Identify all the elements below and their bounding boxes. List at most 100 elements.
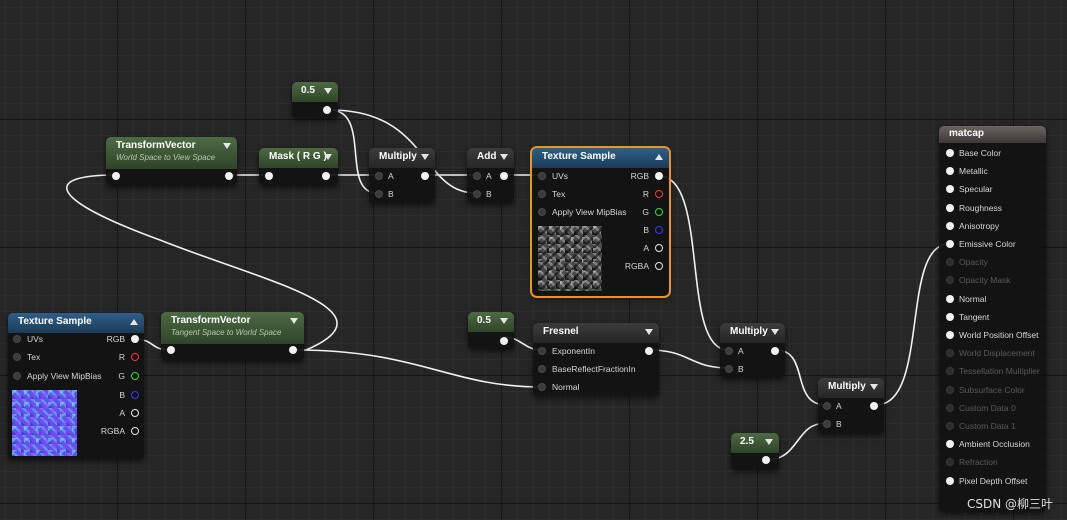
input-pin-uvs[interactable] (13, 335, 21, 343)
input-pin-uvs[interactable] (538, 172, 546, 180)
output-pin-a[interactable] (655, 244, 663, 252)
output-pin[interactable] (323, 106, 331, 114)
collapse-arrow-icon[interactable] (130, 319, 138, 325)
collapse-arrow-icon[interactable] (500, 318, 508, 324)
multiply-node-2[interactable]: Multiply A B (720, 323, 785, 378)
output-pin-a[interactable] (131, 409, 139, 417)
material-input-pin[interactable] (946, 403, 954, 412)
material-input-pin[interactable] (946, 203, 954, 212)
output-pin-r[interactable] (655, 190, 663, 198)
input-pin[interactable] (112, 172, 120, 180)
output-label: RGBA (100, 426, 125, 436)
transform-vector-node-world[interactable]: TransformVector World Space to View Spac… (106, 137, 237, 186)
input-pin-b[interactable] (823, 420, 831, 428)
input-pin[interactable] (265, 172, 273, 180)
input-pin-a[interactable] (823, 402, 831, 410)
constant-node-2-5[interactable]: 2.5 (731, 433, 779, 470)
output-pin[interactable] (500, 172, 508, 180)
collapse-arrow-icon[interactable] (655, 154, 663, 160)
input-pin-a[interactable] (375, 172, 383, 180)
output-pin[interactable] (870, 402, 878, 410)
collapse-arrow-icon[interactable] (771, 329, 779, 335)
collapse-arrow-icon[interactable] (223, 143, 231, 149)
material-input-pin[interactable] (946, 312, 954, 321)
material-result-node[interactable]: matcap Base Color Metallic Specular Roughne… (939, 126, 1046, 512)
collapse-arrow-icon[interactable] (645, 329, 653, 335)
input-pin-tex[interactable] (538, 190, 546, 198)
output-pin-b[interactable] (131, 391, 139, 399)
input-pin-normal[interactable] (538, 383, 546, 391)
material-input-pin[interactable] (946, 458, 954, 467)
output-pin-rgb[interactable] (131, 335, 139, 343)
material-input-pin[interactable] (946, 422, 954, 430)
output-pin-rgba[interactable] (131, 427, 139, 435)
input-label-b: B (486, 189, 492, 199)
material-input-pin[interactable] (946, 185, 954, 194)
collapse-arrow-icon[interactable] (765, 439, 773, 445)
collapse-arrow-icon[interactable] (870, 384, 878, 390)
input-pin-b[interactable] (473, 190, 481, 198)
output-pin[interactable] (421, 172, 429, 180)
add-node[interactable]: Add A B (467, 148, 514, 203)
output-label: G (642, 207, 649, 217)
material-input-label: Opacity (959, 257, 988, 268)
fresnel-node[interactable]: Fresnel ExponentIn BaseReflectFractionIn… (533, 323, 659, 396)
output-pin[interactable] (289, 346, 297, 354)
output-pin-rgba[interactable] (655, 262, 663, 270)
texture-sample-node-left[interactable]: Texture Sample UVs Tex Apply View MipBia… (8, 313, 144, 459)
input-pin-b[interactable] (375, 190, 383, 198)
output-pin[interactable] (322, 172, 330, 180)
material-input-pin[interactable] (946, 149, 954, 157)
constant-node-top[interactable]: 0.5 (292, 82, 338, 118)
output-pin[interactable] (225, 172, 233, 180)
material-input-pin[interactable] (946, 167, 954, 176)
output-label: B (119, 390, 125, 400)
material-input-pin[interactable] (946, 476, 954, 485)
output-pin[interactable] (771, 347, 779, 355)
input-pin[interactable] (167, 346, 175, 354)
material-input-pin[interactable] (946, 331, 954, 339)
collapse-arrow-icon[interactable] (324, 88, 332, 94)
multiply-node-3[interactable]: Multiply A B (818, 378, 884, 434)
material-input-pin[interactable] (946, 367, 954, 376)
collapse-arrow-icon[interactable] (290, 318, 298, 324)
constant-node-mid[interactable]: 0.5 (468, 312, 514, 349)
collapse-arrow-icon[interactable] (324, 154, 332, 160)
input-pin-mipbias[interactable] (13, 372, 21, 380)
input-pin-tex[interactable] (13, 353, 21, 361)
output-pin-b[interactable] (655, 226, 663, 234)
multiply-node-header: Multiply (720, 323, 785, 343)
material-input-pin[interactable] (946, 385, 954, 394)
collapse-arrow-icon[interactable] (500, 154, 508, 160)
output-pin[interactable] (500, 337, 508, 345)
input-pin-basereflect[interactable] (538, 365, 546, 373)
node-title: Mask ( R G ) (269, 151, 327, 162)
material-input-pin[interactable] (946, 258, 954, 267)
input-pin-a[interactable] (725, 347, 733, 355)
material-input-pin[interactable] (946, 240, 954, 248)
material-input-pin[interactable] (946, 440, 954, 449)
material-node-header: matcap (939, 126, 1046, 143)
texture-preview-image (11, 389, 78, 457)
output-pin-rgb[interactable] (655, 172, 663, 180)
multiply-node-1[interactable]: Multiply A B (369, 148, 435, 203)
mask-node[interactable]: Mask ( R G ) (259, 148, 338, 186)
output-pin[interactable] (762, 456, 770, 464)
material-input-pin[interactable] (946, 276, 954, 285)
node-subtitle: World Space to View Space (116, 153, 216, 162)
material-input-label: Pixel Depth Offset (959, 475, 1028, 486)
texture-sample-node-top[interactable]: Texture Sample UVs Tex Apply View MipBia… (530, 146, 671, 298)
material-input-pin[interactable] (946, 349, 954, 358)
collapse-arrow-icon[interactable] (421, 154, 429, 160)
output-pin-r[interactable] (131, 353, 139, 361)
input-pin-mipbias[interactable] (538, 208, 546, 216)
material-input-pin[interactable] (946, 221, 954, 230)
transform-vector-node-tangent[interactable]: TransformVector Tangent Space to World S… (161, 312, 304, 361)
output-pin[interactable] (645, 347, 653, 355)
material-input-pin[interactable] (946, 294, 954, 303)
output-pin-g[interactable] (655, 208, 663, 216)
input-pin-a[interactable] (473, 172, 481, 180)
input-pin-b[interactable] (725, 365, 733, 373)
output-pin-g[interactable] (131, 372, 139, 380)
input-pin-exponent[interactable] (538, 347, 546, 355)
